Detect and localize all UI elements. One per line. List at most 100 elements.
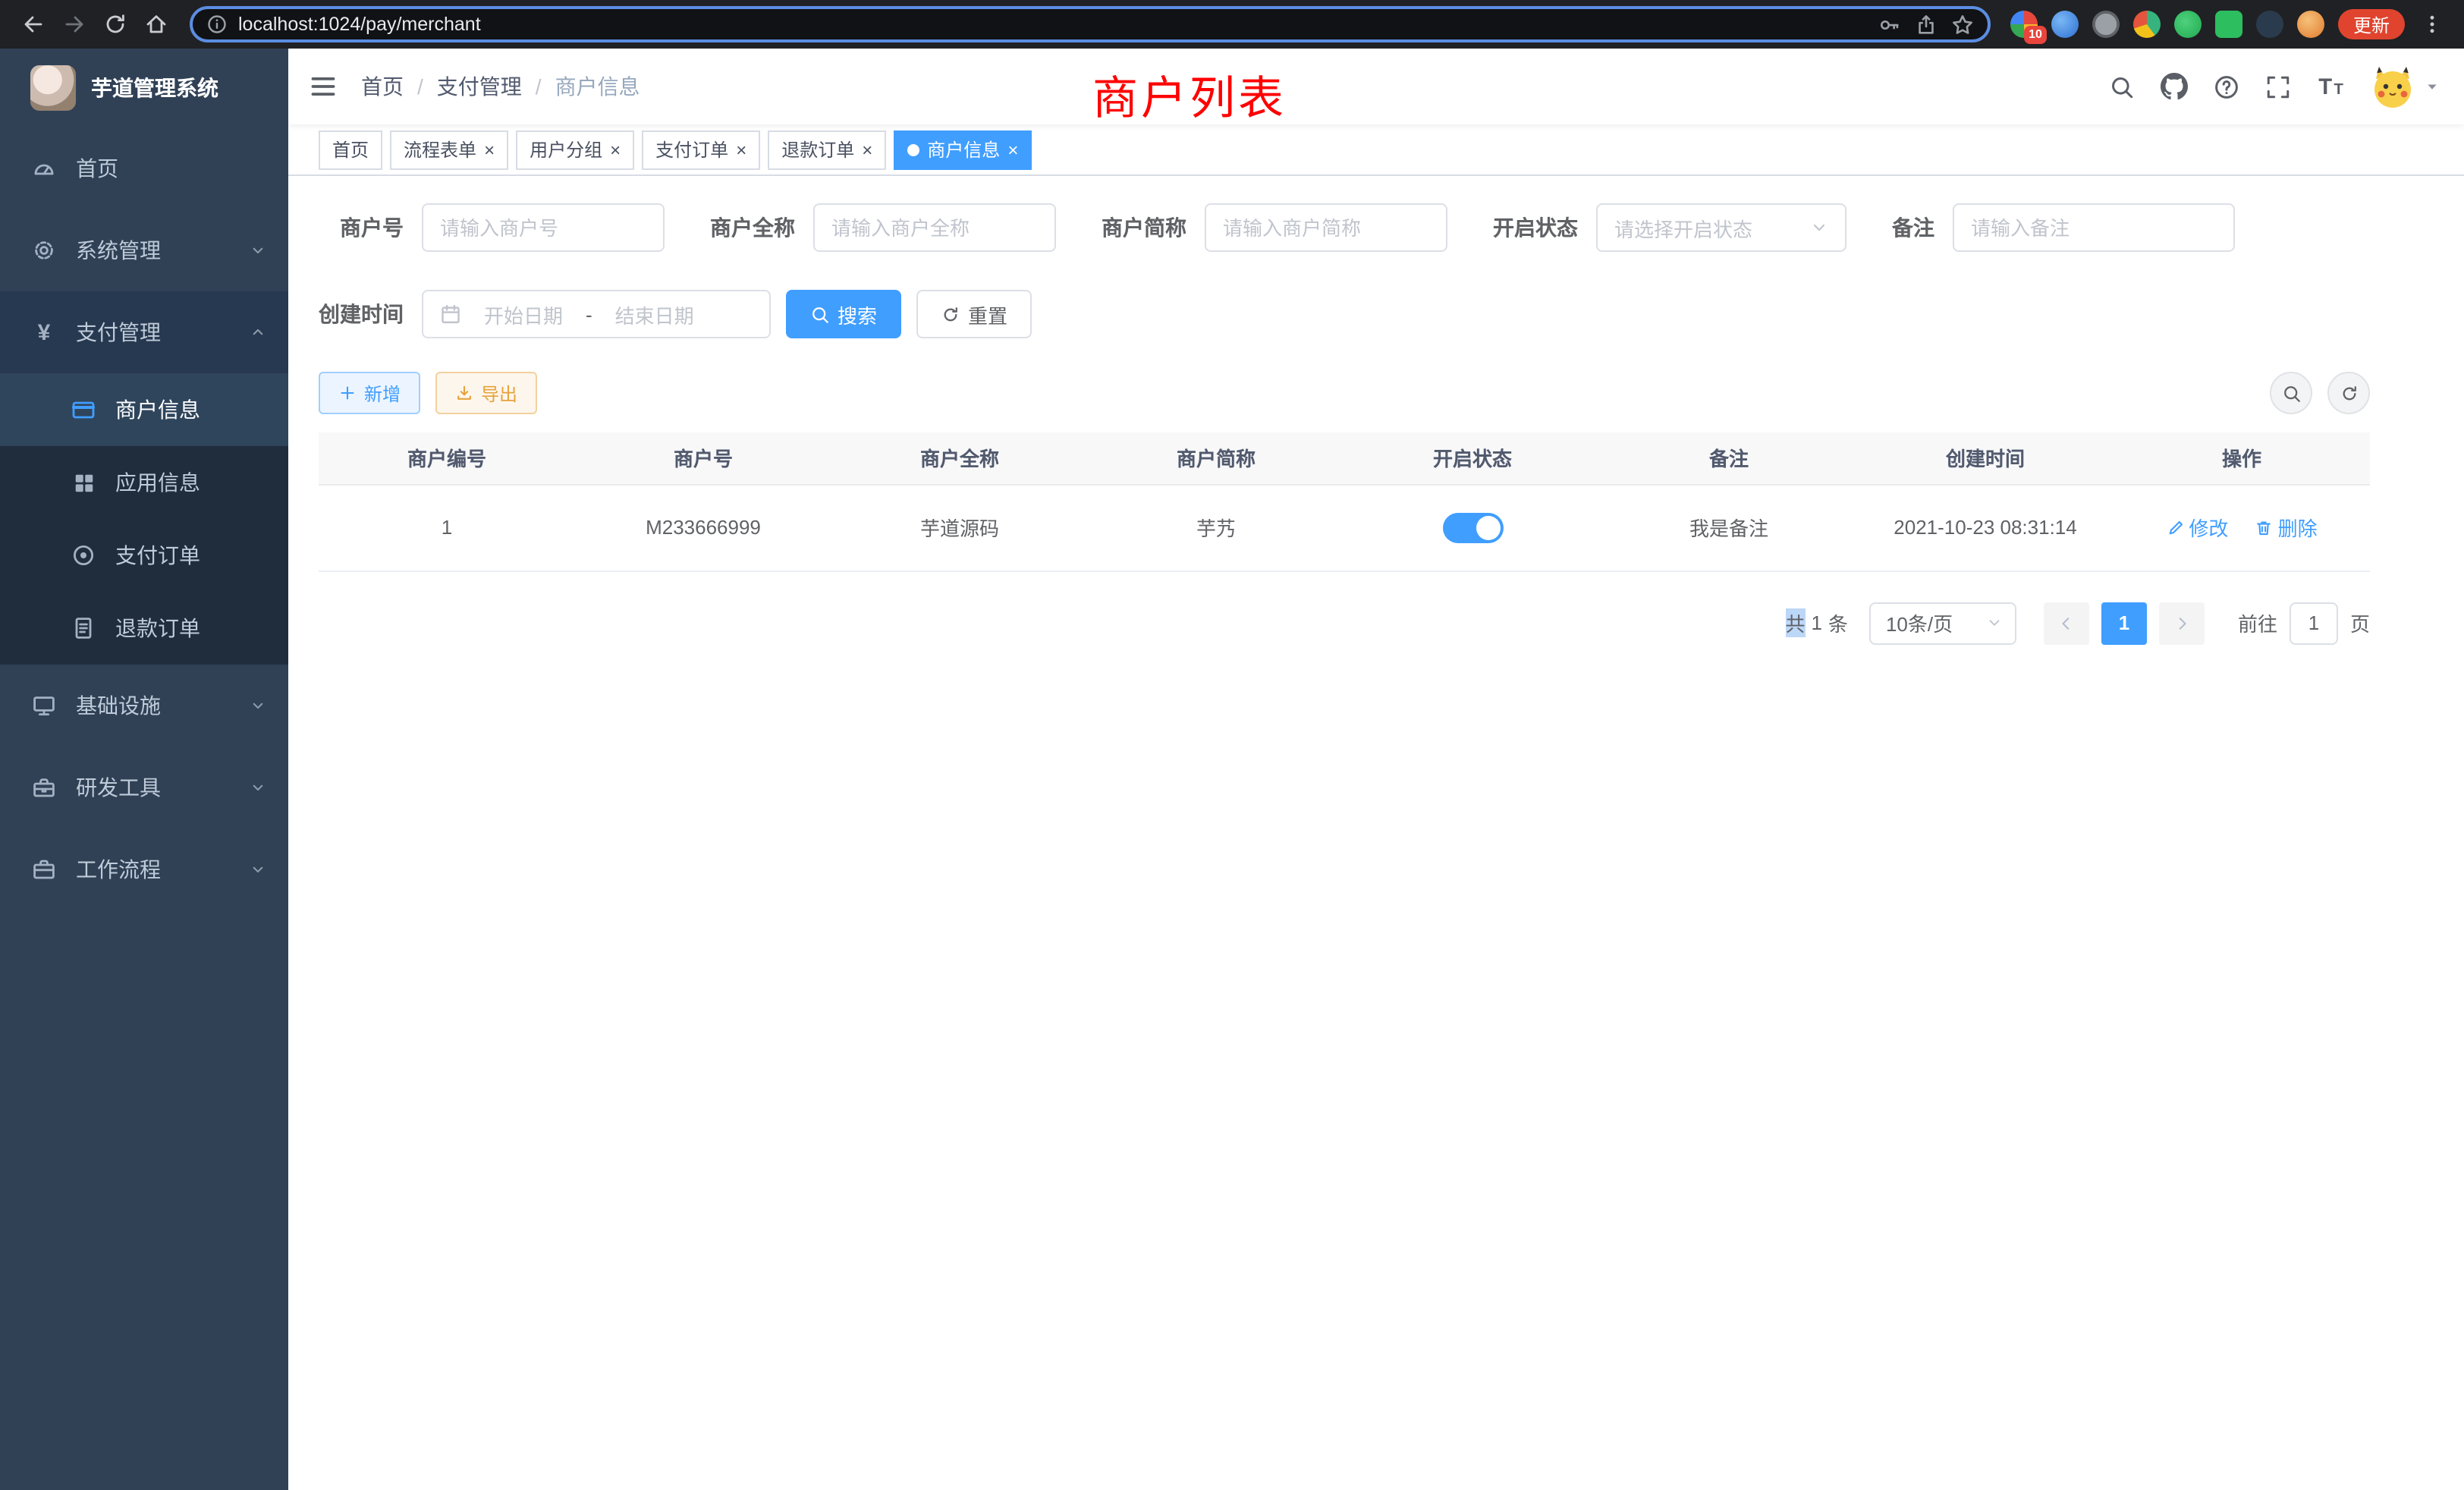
extension-icon[interactable]: 10 [2010, 11, 2038, 38]
search-form-row-2: 创建时间 开始日期 - 结束日期 搜索 重置 [319, 290, 2370, 338]
sidebar-item-label: 商户信息 [115, 395, 200, 425]
forward-icon[interactable] [53, 4, 94, 45]
font-size-icon[interactable]: TT [2317, 73, 2344, 100]
sidebar-item-system[interactable]: 系统管理 [0, 209, 288, 291]
col-full-name: 商户全称 [831, 432, 1088, 484]
tab-pay-orders[interactable]: 支付订单 × [642, 130, 760, 169]
table-toolbar: 新增 导出 [319, 372, 2370, 414]
col-remark: 备注 [1601, 432, 1857, 484]
active-tab-dot [907, 143, 919, 156]
sidebar-item-workflow[interactable]: 工作流程 [0, 828, 288, 910]
export-button[interactable]: 导出 [435, 372, 537, 414]
sidebar-item-label: 基础设施 [76, 690, 161, 721]
extension-icon[interactable] [2256, 11, 2283, 38]
top-navbar: 首页 / 支付管理 / 商户信息 TT [288, 49, 2464, 124]
page-size-select[interactable]: 10条/页 [1869, 602, 2016, 644]
status-toggle[interactable] [1442, 512, 1503, 542]
app-logo[interactable]: 芋道管理系统 [0, 49, 288, 127]
remark-input[interactable] [1953, 203, 2235, 252]
extension-icon[interactable] [2215, 11, 2242, 38]
svg-text:T: T [2334, 81, 2344, 98]
reset-button[interactable]: 重置 [916, 290, 1032, 338]
full-name-input[interactable] [813, 203, 1056, 252]
cell-actions: 修改 删除 [2114, 484, 2370, 571]
close-icon[interactable]: × [862, 140, 872, 159]
start-date-placeholder: 开始日期 [476, 300, 570, 328]
sidebar: 芋道管理系统 首页 系统管理 ¥ 支付管理 [0, 49, 288, 1490]
sidebar-item-label: 工作流程 [76, 854, 161, 885]
refresh-icon[interactable] [94, 4, 135, 45]
extensions-area: 10 更新 [2004, 4, 2452, 45]
delete-link[interactable]: 删除 [2255, 513, 2318, 542]
logo-avatar [30, 65, 76, 111]
bookmark-star-icon[interactable] [1951, 13, 1974, 36]
site-info-icon[interactable] [206, 14, 228, 35]
github-icon[interactable] [2161, 73, 2188, 100]
screen: localhost:1024/pay/merchant 10 [0, 0, 2464, 1490]
date-separator: - [586, 303, 592, 325]
sidebar-item-merchant-info[interactable]: 商户信息 [0, 373, 288, 446]
next-page-button[interactable] [2159, 602, 2205, 644]
user-avatar [2370, 64, 2415, 109]
sidebar-item-pay-orders[interactable]: 支付订单 [0, 519, 288, 592]
browser-update-button[interactable]: 更新 [2338, 9, 2405, 39]
page-number-button[interactable]: 1 [2101, 602, 2147, 644]
breadcrumb-item-current: 商户信息 [555, 71, 640, 102]
page-jumper: 前往 页 [2238, 602, 2370, 644]
search-button[interactable]: 搜索 [786, 290, 901, 338]
short-name-input[interactable] [1205, 203, 1447, 252]
status-select[interactable]: 请选择开启状态 [1596, 203, 1846, 252]
col-status: 开启状态 [1344, 432, 1601, 484]
home-icon[interactable] [135, 4, 176, 45]
tab-merchant-info[interactable]: 商户信息 × [894, 130, 1032, 169]
browser-menu-icon[interactable] [2418, 4, 2446, 45]
url-bar[interactable]: localhost:1024/pay/merchant [190, 6, 1991, 42]
extension-icon[interactable] [2051, 11, 2079, 38]
user-avatar-menu[interactable] [2370, 64, 2440, 109]
extension-icon[interactable] [2133, 11, 2161, 38]
col-merchant-id: 商户编号 [319, 432, 575, 484]
edit-link[interactable]: 修改 [2166, 513, 2228, 542]
tab-user-group[interactable]: 用户分组 × [516, 130, 634, 169]
search-icon[interactable] [2109, 74, 2135, 99]
password-key-icon[interactable] [1878, 13, 1901, 36]
close-icon[interactable]: × [1007, 140, 1018, 159]
sidebar-item-home[interactable]: 首页 [0, 127, 288, 209]
back-icon[interactable] [12, 4, 53, 45]
breadcrumb-item[interactable]: 首页 [361, 71, 404, 102]
extension-icon[interactable] [2174, 11, 2202, 38]
status-label: 开启状态 [1493, 212, 1578, 243]
sidebar-item-label: 支付订单 [115, 540, 200, 571]
browser-profile-avatar[interactable] [2297, 11, 2324, 38]
toggle-search-icon-button[interactable] [2270, 372, 2312, 414]
close-icon[interactable]: × [610, 140, 621, 159]
collapse-menu-icon[interactable] [310, 73, 337, 100]
sidebar-item-payment[interactable]: ¥ 支付管理 [0, 291, 288, 373]
sidebar-item-infrastructure[interactable]: 基础设施 [0, 665, 288, 747]
sidebar-item-dev-tools[interactable]: 研发工具 [0, 747, 288, 828]
share-icon[interactable] [1915, 13, 1938, 36]
chevron-down-icon [1810, 218, 1828, 237]
help-icon[interactable] [2214, 74, 2239, 99]
close-icon[interactable]: × [736, 140, 746, 159]
prev-page-button[interactable] [2044, 602, 2089, 644]
tab-refund-orders[interactable]: 退款订单 × [768, 130, 886, 169]
add-button[interactable]: 新增 [319, 372, 420, 414]
dashboard-icon [30, 156, 58, 181]
close-icon[interactable]: × [484, 140, 495, 159]
tab-home[interactable]: 首页 [319, 130, 382, 169]
sidebar-item-app-info[interactable]: 应用信息 [0, 446, 288, 519]
merchant-no-input[interactable] [422, 203, 665, 252]
breadcrumb-item[interactable]: 支付管理 [437, 71, 522, 102]
target-icon [70, 543, 97, 567]
sidebar-item-refund-orders[interactable]: 退款订单 [0, 592, 288, 665]
sidebar-item-label: 退款订单 [115, 613, 200, 643]
document-icon [70, 616, 97, 640]
tab-process-form[interactable]: 流程表单 × [390, 130, 508, 169]
refresh-table-icon-button[interactable] [2327, 372, 2370, 414]
fullscreen-icon[interactable] [2265, 74, 2291, 99]
pagination-total: 共 1 条 [1785, 608, 1848, 637]
extension-icon[interactable] [2092, 11, 2120, 38]
create-time-range-picker[interactable]: 开始日期 - 结束日期 [422, 290, 771, 338]
goto-page-input[interactable] [2290, 602, 2338, 644]
